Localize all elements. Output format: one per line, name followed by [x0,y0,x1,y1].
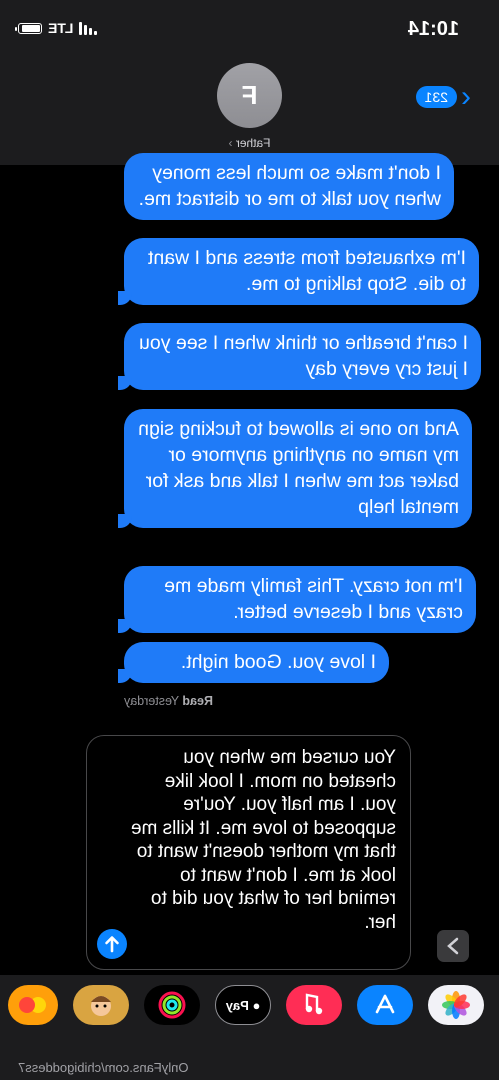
contact-name: Father [235,136,271,150]
battery-level [22,24,40,32]
chevron-right-icon [447,937,459,955]
message-input[interactable]: You cursed me when you cheated on mom. I… [86,735,411,970]
unread-count-badge: 231 [415,86,457,108]
read-status: Read [182,694,213,708]
animoji-faces [19,997,46,1013]
music-note [305,993,323,1015]
network-label: LTE [48,20,74,36]
message-input-text: You cursed me when you cheated on mom. I… [130,747,396,933]
conversation-header: 10:14 LTE ‹ 231 F Father › [0,0,499,165]
screen: 10:14 LTE ‹ 231 F Father › I don't make … [0,0,499,1080]
battery-icon [18,22,42,34]
chevron-left-icon: ‹ [461,80,471,113]
message-bubble[interactable]: I'm exhausted from stress and I want to … [124,238,479,305]
memoji-face [91,996,111,1016]
chevron-right-icon: › [228,136,233,150]
read-time: Yesterday [124,694,180,708]
send-button[interactable] [97,929,127,959]
message-bubble[interactable]: I don't make so much less money when you… [124,153,454,220]
back-button[interactable]: ‹ 231 [415,80,471,113]
message-bubble[interactable]: I love you. Good night. [124,642,389,683]
contact-name-button[interactable]: Father › [0,136,499,150]
message-bubble[interactable]: I can't breathe or think when I see you … [124,323,481,390]
app-store-icon[interactable] [357,985,413,1025]
signal-icon [79,21,98,35]
animoji-icon[interactable] [8,985,58,1025]
watermark: OnlyFans.com/chibigoddess7 [18,1060,189,1075]
arrow-up-icon [105,936,119,953]
contact-avatar[interactable]: F [217,63,282,128]
status-indicators: LTE [18,20,98,36]
photos-flower [442,991,470,1019]
activity-rings [158,991,186,1019]
read-receipt: Read Yesterday [124,694,213,708]
fitness-icon[interactable] [144,985,200,1025]
memoji-icon[interactable] [73,985,129,1025]
message-bubble[interactable]: And no one is allowed to fucking sign my… [124,409,472,528]
app-drawer: ● Pay OnlyFans.com/chibigoddess7 [0,975,499,1080]
app-store-glyph [375,994,395,1014]
apple-pay-icon[interactable]: ● Pay [215,985,271,1025]
message-bubble[interactable]: I'm not crazy. This family made me crazy… [124,566,476,633]
avatar-initial: F [241,80,258,110]
status-time: 10:14 [407,18,459,40]
music-icon[interactable] [286,985,342,1025]
apple-pay-label: Pay [225,997,249,1013]
expand-apps-button[interactable] [437,930,469,962]
photos-icon[interactable] [428,985,484,1025]
